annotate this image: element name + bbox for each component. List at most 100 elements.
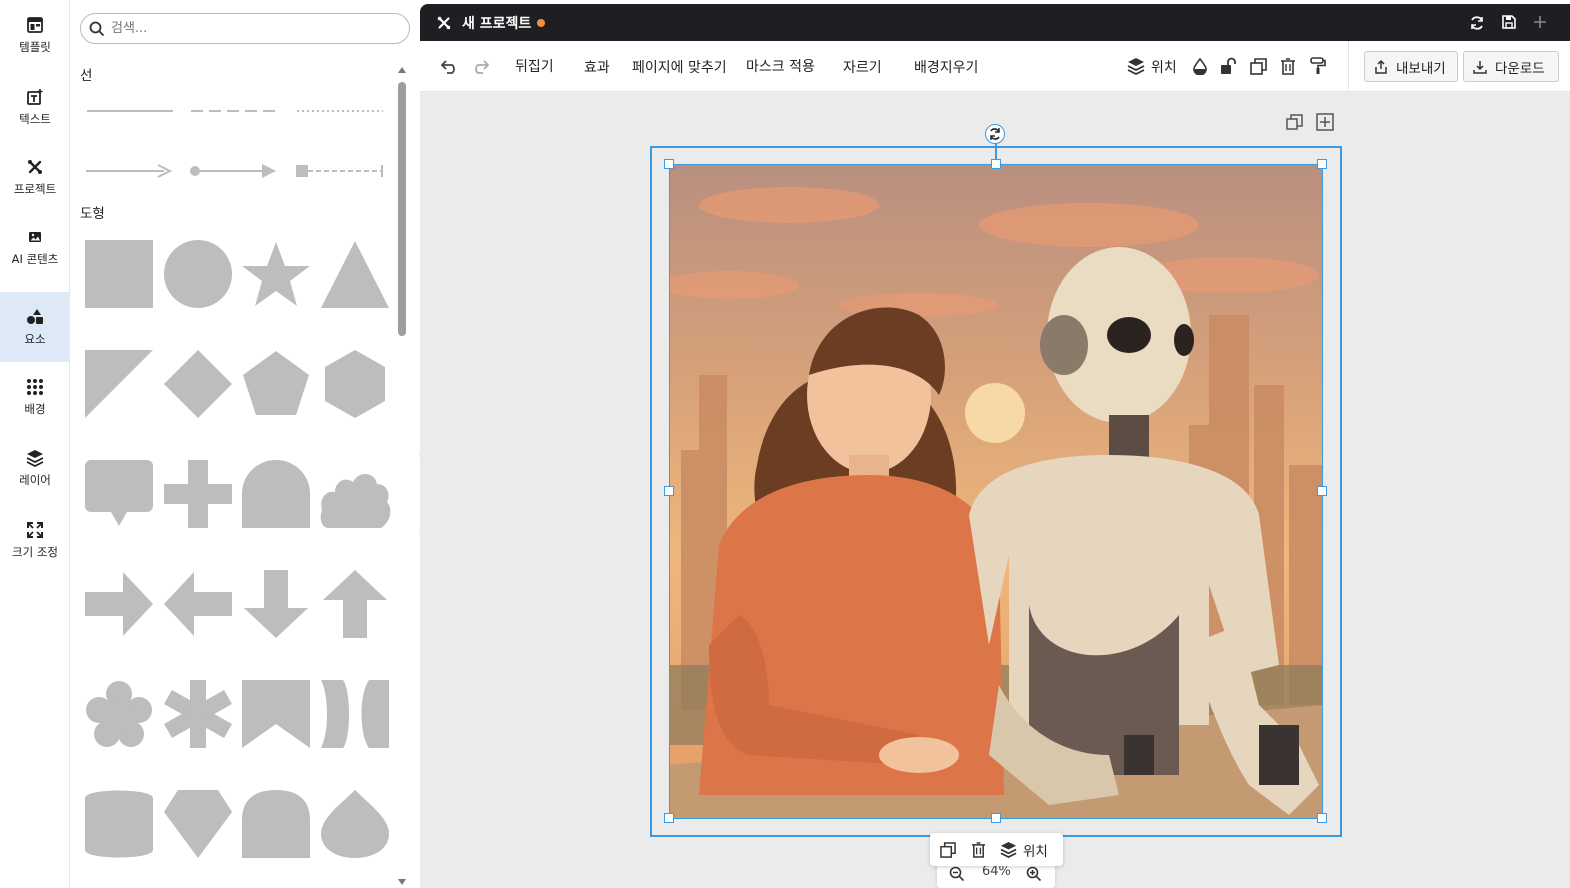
fit-to-page-button[interactable]: 페이지에 맞추기 <box>632 57 727 77</box>
resize-handle-r[interactable] <box>1317 486 1327 496</box>
shape-pentagon[interactable] <box>240 348 312 420</box>
rail-item-elements[interactable]: 요소 <box>0 292 70 362</box>
shape-arrow-up[interactable] <box>319 568 391 640</box>
duplicate-icon[interactable] <box>1248 56 1268 76</box>
unlock-icon[interactable] <box>1218 56 1238 76</box>
search-icon <box>89 21 105 36</box>
position-button[interactable]: 위치 <box>1023 840 1048 860</box>
layers-icon <box>26 449 44 467</box>
apply-mask-button[interactable]: 마스크 적용 <box>746 56 815 76</box>
selection-quick-actions: 위치 <box>930 833 1063 866</box>
download-icon <box>1473 60 1487 74</box>
shape-diamond[interactable] <box>162 348 234 420</box>
shape-asterisk[interactable] <box>162 678 234 750</box>
duplicate-icon[interactable] <box>938 840 958 860</box>
shape-rounded-arch[interactable] <box>240 788 312 860</box>
shape-gem[interactable] <box>162 788 234 860</box>
search-input[interactable] <box>111 21 391 36</box>
project-icon <box>437 16 451 30</box>
rotate-icon <box>990 128 1000 140</box>
opacity-icon[interactable] <box>1190 56 1210 76</box>
selection-bounds <box>669 164 1323 819</box>
duplicate-page-icon[interactable] <box>1286 113 1304 131</box>
grid-dots-icon <box>27 378 43 395</box>
rail-item-ai-content[interactable]: AI 콘텐츠 <box>0 212 70 282</box>
shape-drop[interactable] <box>319 788 391 860</box>
line-dotted[interactable] <box>292 93 387 129</box>
rail-item-template[interactable]: 템플릿 <box>0 0 70 70</box>
resize-handle-bl[interactable] <box>664 813 674 823</box>
shape-square[interactable] <box>83 238 155 310</box>
effects-button[interactable]: 효과 <box>584 57 610 77</box>
shape-right-triangle[interactable] <box>83 348 155 420</box>
image-icon <box>29 231 41 242</box>
scroll-thumb[interactable] <box>398 82 406 336</box>
scroll-down-icon <box>398 879 406 885</box>
line-dot-arrow[interactable] <box>186 153 281 189</box>
resize-handle-br[interactable] <box>1317 813 1327 823</box>
elements-panel: 선 도형 <box>70 0 420 888</box>
search-box[interactable] <box>80 13 410 44</box>
rotate-handle[interactable] <box>985 124 1005 144</box>
add-page-icon[interactable] <box>1316 113 1334 131</box>
shape-arrow-down[interactable] <box>240 568 312 640</box>
resize-handle-tl[interactable] <box>664 159 674 169</box>
rail-item-label: 레이어 <box>19 472 51 487</box>
paint-roller-icon[interactable] <box>1308 56 1328 76</box>
editor-canvas[interactable]: 64% 위치 <box>420 92 1570 888</box>
rail-item-project[interactable]: 프로젝트 <box>0 142 70 212</box>
resize-handle-t[interactable] <box>991 159 1001 169</box>
shape-hexagon[interactable] <box>319 348 391 420</box>
rail-item-resize[interactable]: 크기 조정 <box>0 505 70 575</box>
add-icon[interactable] <box>1533 15 1547 29</box>
shape-triangle[interactable] <box>319 238 391 310</box>
shape-star[interactable] <box>240 238 312 310</box>
shape-flower[interactable] <box>83 678 155 750</box>
line-dashed[interactable] <box>186 93 281 129</box>
shape-bowtie[interactable] <box>319 678 391 750</box>
resize-handle-tr[interactable] <box>1317 159 1327 169</box>
line-solid[interactable] <box>82 93 177 129</box>
zoom-level[interactable]: 64% <box>982 864 1011 879</box>
zoom-in-icon[interactable] <box>1026 866 1042 882</box>
rail-item-layers[interactable]: 레이어 <box>0 433 70 503</box>
undo-icon[interactable] <box>440 56 460 76</box>
shape-arch[interactable] <box>240 458 312 530</box>
rail-item-label: 템플릿 <box>19 39 51 54</box>
download-button[interactable]: 다운로드 <box>1463 51 1559 82</box>
lines-section-title: 선 <box>80 68 93 84</box>
save-icon[interactable] <box>1501 14 1517 30</box>
project-title[interactable]: 새 프로젝트 <box>462 13 531 33</box>
shape-cylinder[interactable] <box>83 788 155 860</box>
trash-icon[interactable] <box>1278 56 1298 76</box>
rail-item-text[interactable]: 텍스트 <box>0 72 70 142</box>
layers-icon[interactable] <box>1126 56 1146 76</box>
shape-arrow-right[interactable] <box>83 568 155 640</box>
rail-item-label: 프로젝트 <box>13 181 57 196</box>
resize-handle-b[interactable] <box>991 813 1001 823</box>
redo-icon[interactable] <box>470 56 490 76</box>
line-square-dashed[interactable] <box>292 153 387 189</box>
title-bar: 새 프로젝트 <box>420 4 1570 41</box>
line-arrow[interactable] <box>82 153 177 189</box>
shape-arrow-left[interactable] <box>162 568 234 640</box>
export-button[interactable]: 내보내기 <box>1364 51 1458 82</box>
shape-cross[interactable] <box>162 458 234 530</box>
panel-scrollbar[interactable] <box>396 66 408 886</box>
shape-speech-bubble[interactable] <box>83 458 155 530</box>
shape-circle[interactable] <box>162 238 234 310</box>
flip-button[interactable]: 뒤집기 <box>515 56 554 76</box>
crop-button[interactable]: 자르기 <box>843 57 882 77</box>
trash-icon[interactable] <box>968 840 988 860</box>
sync-icon[interactable] <box>1469 15 1485 31</box>
toolbar-divider <box>1348 41 1349 92</box>
rail-item-label: 요소 <box>24 331 46 346</box>
layers-icon[interactable] <box>998 840 1018 860</box>
zoom-out-icon[interactable] <box>949 866 965 882</box>
shape-cloud[interactable] <box>319 458 391 530</box>
resize-handle-l[interactable] <box>664 486 674 496</box>
shape-bookmark-ribbon[interactable] <box>240 678 312 750</box>
position-button[interactable]: 위치 <box>1151 57 1177 77</box>
remove-background-button[interactable]: 배경지우기 <box>914 57 978 77</box>
rail-item-background[interactable]: 배경 <box>0 362 70 432</box>
